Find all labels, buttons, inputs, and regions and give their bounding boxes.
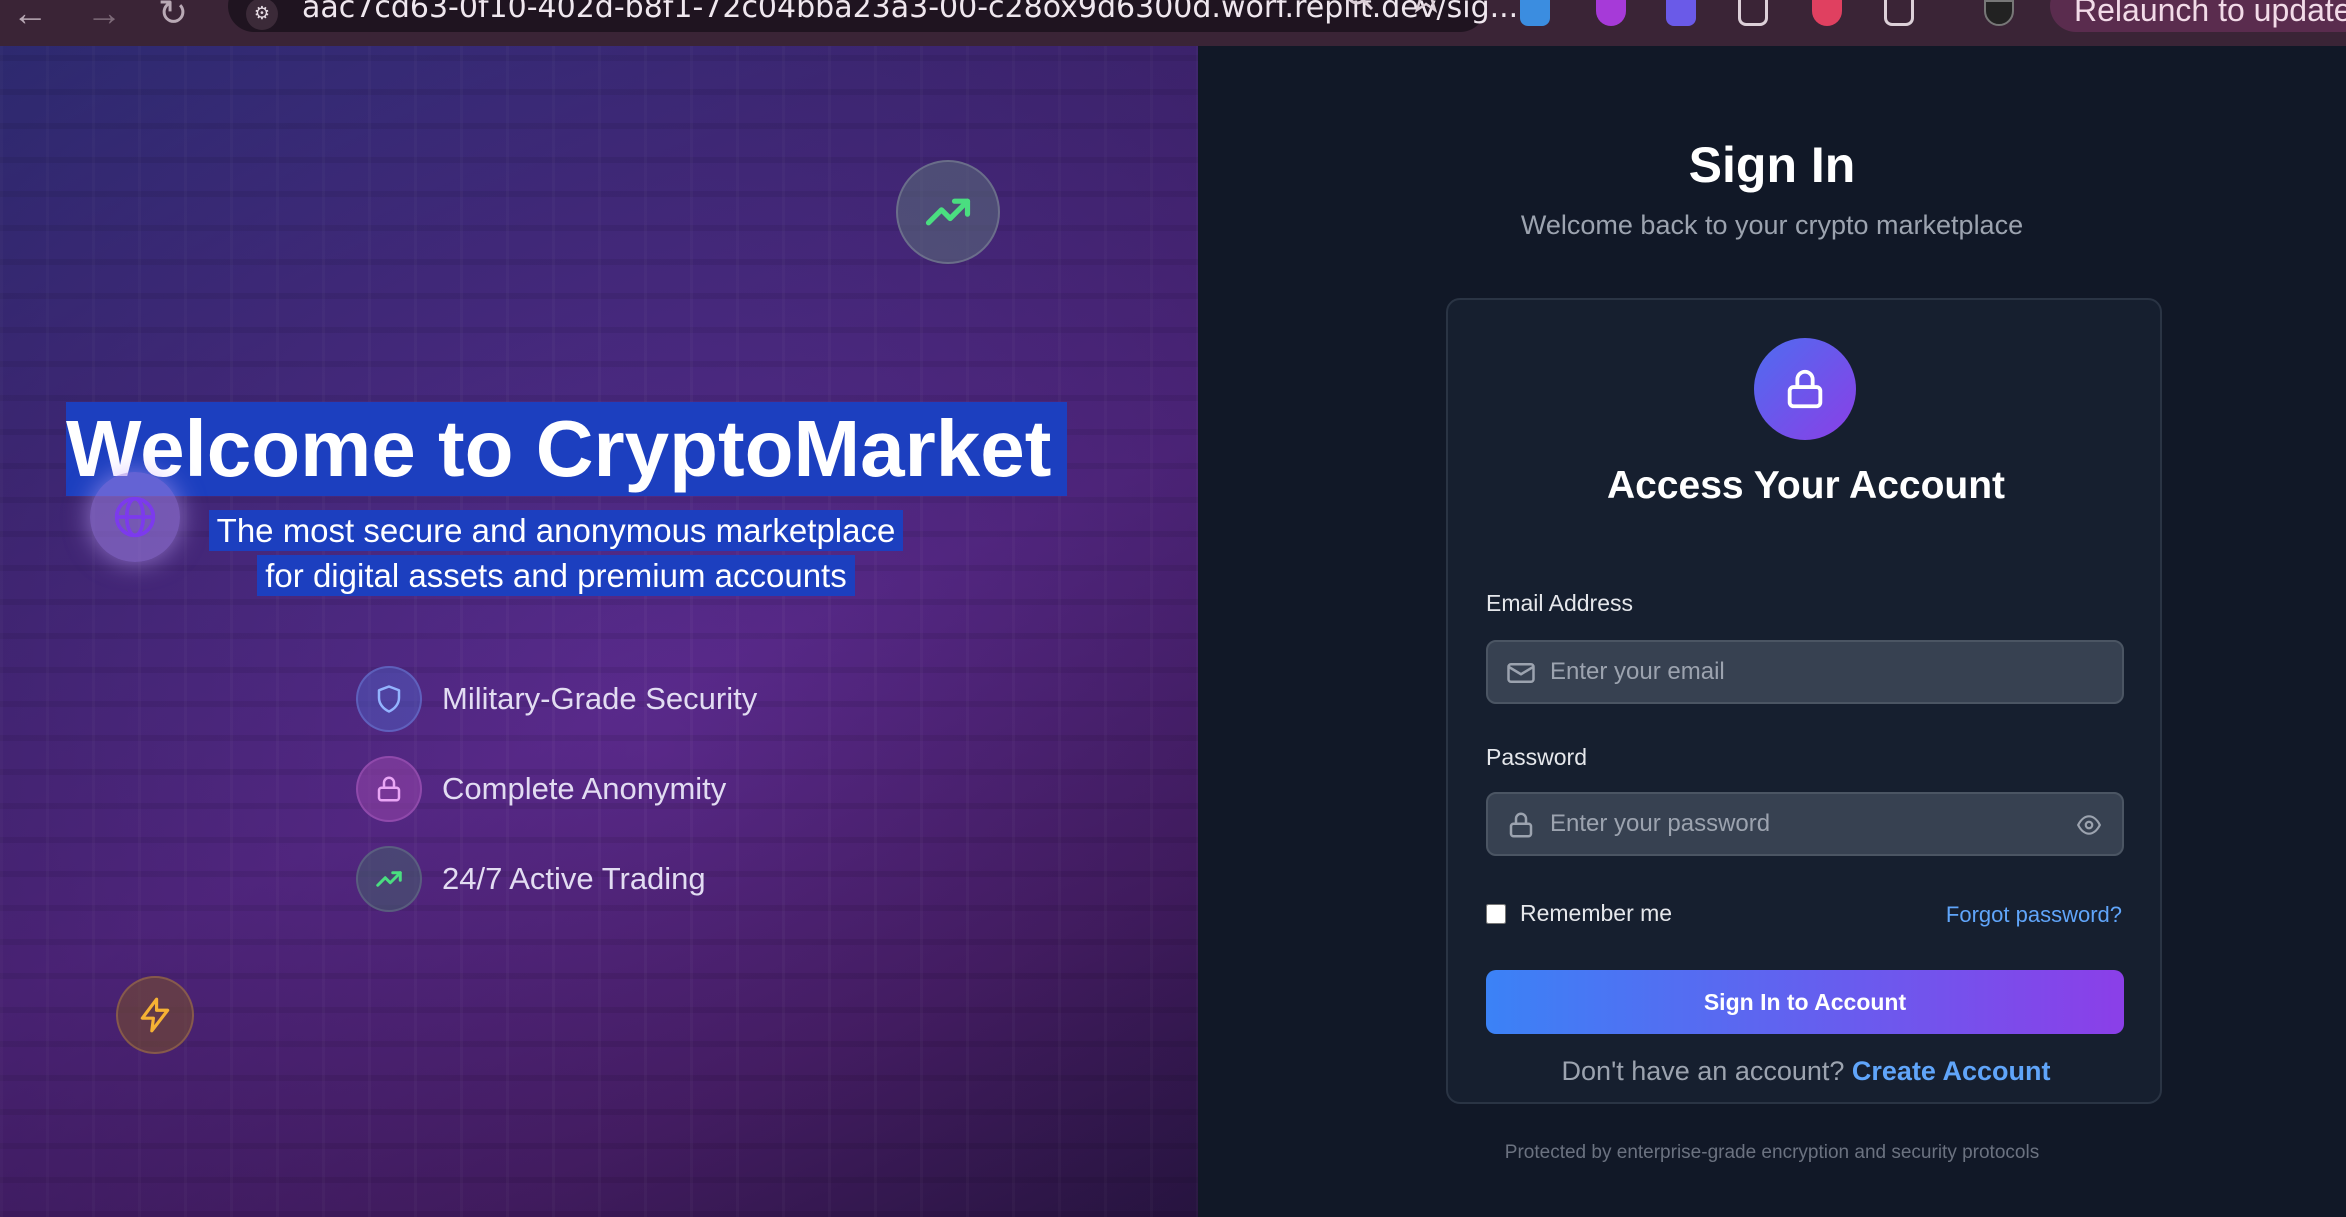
search-icon[interactable] [1346, 0, 1376, 14]
url-text[interactable]: aac7cd63-0f10-402d-b8f1-72c04bba23a3-00-… [302, 0, 1518, 25]
browser-toolbar: ← → ↻ ⚙ aac7cd63-0f10-402d-b8f1-72c04bba… [0, 0, 2346, 46]
back-icon[interactable]: ← [12, 0, 48, 34]
hero-subtitle-line-1: The most secure and anonymous marketplac… [208, 510, 904, 551]
floating-lightning-icon [116, 976, 194, 1054]
hero-title: Welcome to CryptoMarket [66, 402, 1068, 496]
feature-list: Military-Grade Security Complete Anonymi… [356, 654, 757, 924]
signin-title: Sign In [1688, 137, 1856, 193]
hero-section: Welcome to CryptoMarket The most secure … [0, 46, 1198, 1217]
lock-icon [1754, 338, 1856, 440]
sign-in-button[interactable]: Sign In to Account [1486, 970, 2124, 1034]
email-field[interactable] [1550, 642, 2070, 702]
relaunch-button[interactable]: Relaunch to update [2050, 0, 2346, 32]
shield-icon [356, 666, 422, 732]
extension-icon-4[interactable] [1738, 0, 1768, 26]
lock-icon [356, 756, 422, 822]
signin-panel: Sign In Welcome back to your crypto mark… [1198, 46, 2346, 1217]
feature-item-anonymity: Complete Anonymity [356, 744, 757, 834]
login-card: Access Your Account Email Address Passwo… [1446, 298, 2162, 1104]
lock-icon [1506, 810, 1536, 845]
remember-me: Remember me [1486, 900, 1672, 927]
email-label: Email Address [1486, 590, 1634, 616]
extension-icon-1[interactable] [1520, 0, 1550, 26]
forgot-password-link[interactable]: Forgot password? [1946, 902, 2122, 928]
signup-prompt: Don't have an account? Create Account [1448, 1056, 2164, 1087]
site-info-icon[interactable]: ⚙ [246, 0, 278, 30]
extension-icon-3[interactable] [1666, 0, 1696, 26]
forward-icon[interactable]: → [86, 0, 122, 34]
extensions-puzzle-icon[interactable] [1884, 0, 1914, 26]
trending-up-icon [356, 846, 422, 912]
feature-item-trading: 24/7 Active Trading [356, 834, 757, 924]
mail-icon [1506, 658, 1536, 693]
bookmark-star-icon[interactable] [1406, 0, 1446, 14]
create-account-link[interactable]: Create Account [1852, 1056, 2051, 1086]
feature-label: Complete Anonymity [442, 771, 727, 806]
email-field-container[interactable] [1486, 640, 2124, 704]
feature-label: 24/7 Active Trading [442, 861, 706, 896]
address-bar[interactable]: ⚙ aac7cd63-0f10-402d-b8f1-72c04bba23a3-0… [228, 0, 1518, 32]
extension-icon-2[interactable] [1596, 0, 1626, 26]
floating-trending-up-icon [896, 160, 1000, 264]
feature-item-security: Military-Grade Security [356, 654, 757, 744]
remember-me-label[interactable]: Remember me [1520, 900, 1672, 927]
security-footer-note: Protected by enterprise-grade encryption… [1504, 1142, 2040, 1163]
show-password-eye-icon[interactable] [2074, 812, 2104, 843]
signup-prompt-text: Don't have an account? [1561, 1056, 1852, 1086]
remember-me-checkbox[interactable] [1486, 903, 1506, 924]
hero-subtitle: The most secure and anonymous marketplac… [0, 508, 1112, 598]
extension-icon-5[interactable] [1812, 0, 1842, 26]
feature-label: Military-Grade Security [442, 681, 758, 716]
signin-subtitle: Welcome back to your crypto marketplace [1520, 210, 2024, 240]
password-field-container[interactable] [1486, 792, 2124, 856]
password-field[interactable] [1550, 794, 2070, 854]
profile-avatar[interactable] [1984, 0, 2014, 26]
reload-icon[interactable]: ↻ [158, 0, 188, 34]
search-and-bookmark-icons[interactable] [1346, 0, 1446, 22]
card-title: Access Your Account [1606, 464, 2006, 507]
hero-subtitle-line-2: for digital assets and premium accounts [257, 555, 855, 596]
password-label: Password [1486, 744, 1587, 770]
